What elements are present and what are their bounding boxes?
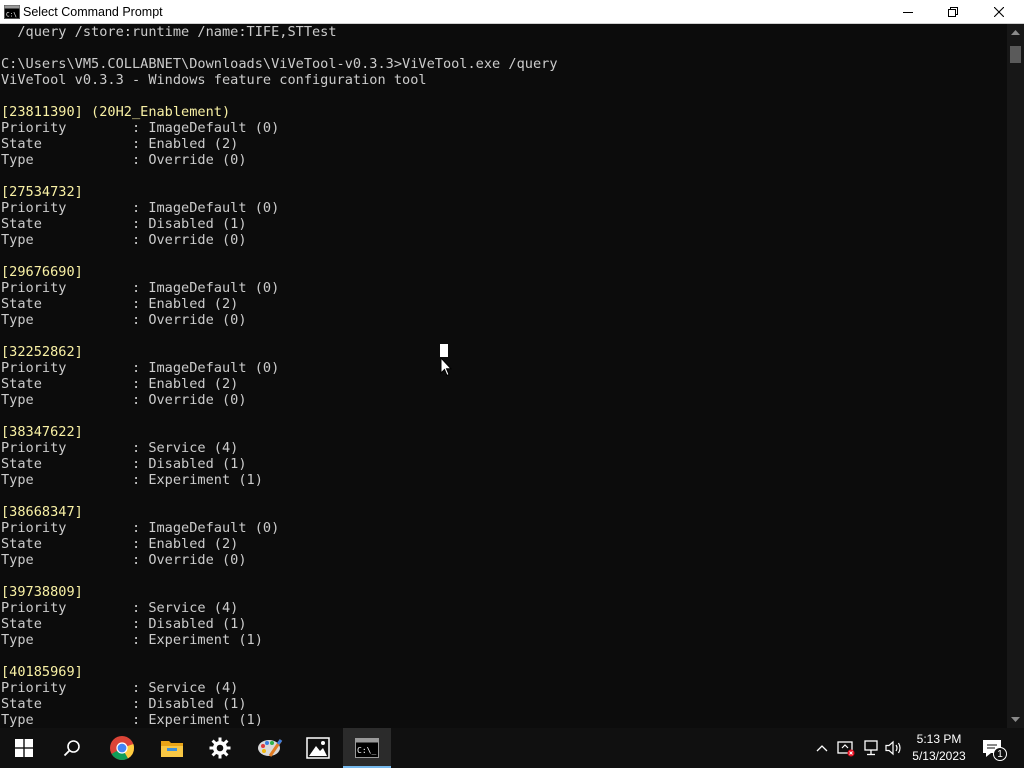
console-line: Type : Experiment (1) bbox=[1, 472, 263, 488]
vertical-scrollbar[interactable] bbox=[1007, 24, 1024, 728]
cmd-icon: C:\ bbox=[4, 4, 20, 20]
console-line: Priority : Service (4) bbox=[1, 680, 239, 696]
start-icon[interactable] bbox=[0, 728, 48, 768]
console-line: C:\Users\VM5.COLLABNET\Downloads\ViVeToo… bbox=[1, 56, 558, 72]
chrome-icon[interactable] bbox=[98, 728, 146, 768]
file-explorer-icon[interactable] bbox=[148, 728, 196, 768]
network-icon[interactable] bbox=[862, 739, 880, 757]
mouse-cursor-icon bbox=[440, 356, 453, 381]
security-icon[interactable] bbox=[837, 739, 855, 757]
console-line: Priority : Service (4) bbox=[1, 440, 239, 456]
console-line: State : Enabled (2) bbox=[1, 536, 239, 552]
feature-id-line: [29676690] bbox=[1, 264, 83, 280]
taskbar: C:\_ 5:13 PM 5/13/2023 1 bbox=[0, 728, 1024, 768]
console-line: State : Disabled (1) bbox=[1, 456, 247, 472]
photos-icon[interactable] bbox=[294, 728, 342, 768]
text-caret bbox=[440, 344, 448, 357]
console-line: State : Disabled (1) bbox=[1, 696, 247, 712]
console-line: State : Enabled (2) bbox=[1, 136, 239, 152]
minimize-button[interactable] bbox=[885, 0, 931, 23]
feature-id-line: [32252862] bbox=[1, 344, 83, 360]
console-line: Priority : Service (4) bbox=[1, 600, 239, 616]
console-line: Priority : ImageDefault (0) bbox=[1, 120, 280, 136]
console-line: Priority : ImageDefault (0) bbox=[1, 200, 280, 216]
search-icon[interactable] bbox=[48, 728, 96, 768]
console-line: Type : Override (0) bbox=[1, 392, 247, 408]
console-line: /query /store:runtime /name:TIFE,STTest bbox=[1, 24, 337, 40]
console-line: State : Enabled (2) bbox=[1, 376, 239, 392]
console-line: Type : Override (0) bbox=[1, 552, 247, 568]
title-bar[interactable]: C:\ Select Command Prompt bbox=[0, 0, 1024, 24]
close-button[interactable] bbox=[976, 0, 1022, 23]
volume-icon[interactable] bbox=[885, 739, 903, 757]
feature-id-line: [38668347] bbox=[1, 504, 83, 520]
clock-time: 5:13 PM bbox=[916, 732, 962, 746]
feature-id-line: [40185969] bbox=[1, 664, 83, 680]
notification-count-badge: 1 bbox=[993, 747, 1007, 761]
scroll-up-arrow-icon[interactable] bbox=[1007, 24, 1024, 41]
console-line: State : Disabled (1) bbox=[1, 216, 247, 232]
window-title: Select Command Prompt bbox=[23, 4, 163, 19]
scrollbar-thumb[interactable] bbox=[1010, 46, 1021, 63]
console-line: Priority : ImageDefault (0) bbox=[1, 520, 280, 536]
console-line: State : Disabled (1) bbox=[1, 616, 247, 632]
console-line: ViVeTool v0.3.3 - Windows feature config… bbox=[1, 72, 427, 88]
console-line: Type : Override (0) bbox=[1, 312, 247, 328]
svg-text:C:\_: C:\_ bbox=[357, 746, 376, 755]
settings-icon[interactable] bbox=[196, 728, 244, 768]
console-line: Type : Experiment (1) bbox=[1, 632, 263, 648]
feature-id-line: [38347622] bbox=[1, 424, 83, 440]
command-prompt-icon[interactable]: C:\_ bbox=[343, 728, 391, 768]
restore-button[interactable] bbox=[930, 0, 976, 23]
feature-id-line: [23811390] (20H2_Enablement) bbox=[1, 104, 231, 120]
paint-icon[interactable] bbox=[246, 728, 294, 768]
chevron-up-icon[interactable] bbox=[813, 739, 831, 757]
console-line: Priority : ImageDefault (0) bbox=[1, 280, 280, 296]
console-line: Type : Override (0) bbox=[1, 152, 247, 168]
console-output[interactable]: /query /store:runtime /name:TIFE,STTest C… bbox=[0, 24, 1007, 728]
console-line: State : Enabled (2) bbox=[1, 296, 239, 312]
scroll-down-arrow-icon[interactable] bbox=[1007, 711, 1024, 728]
feature-id-line: [27534732] bbox=[1, 184, 83, 200]
feature-id-line: [39738809] bbox=[1, 584, 83, 600]
clock-date: 5/13/2023 bbox=[912, 749, 966, 763]
taskbar-clock[interactable]: 5:13 PM 5/13/2023 bbox=[906, 731, 972, 765]
console-line: Type : Experiment (1) bbox=[1, 712, 263, 728]
console-line: Priority : ImageDefault (0) bbox=[1, 360, 280, 376]
svg-text:C:\: C:\ bbox=[6, 11, 17, 18]
console-line: Type : Override (0) bbox=[1, 232, 247, 248]
